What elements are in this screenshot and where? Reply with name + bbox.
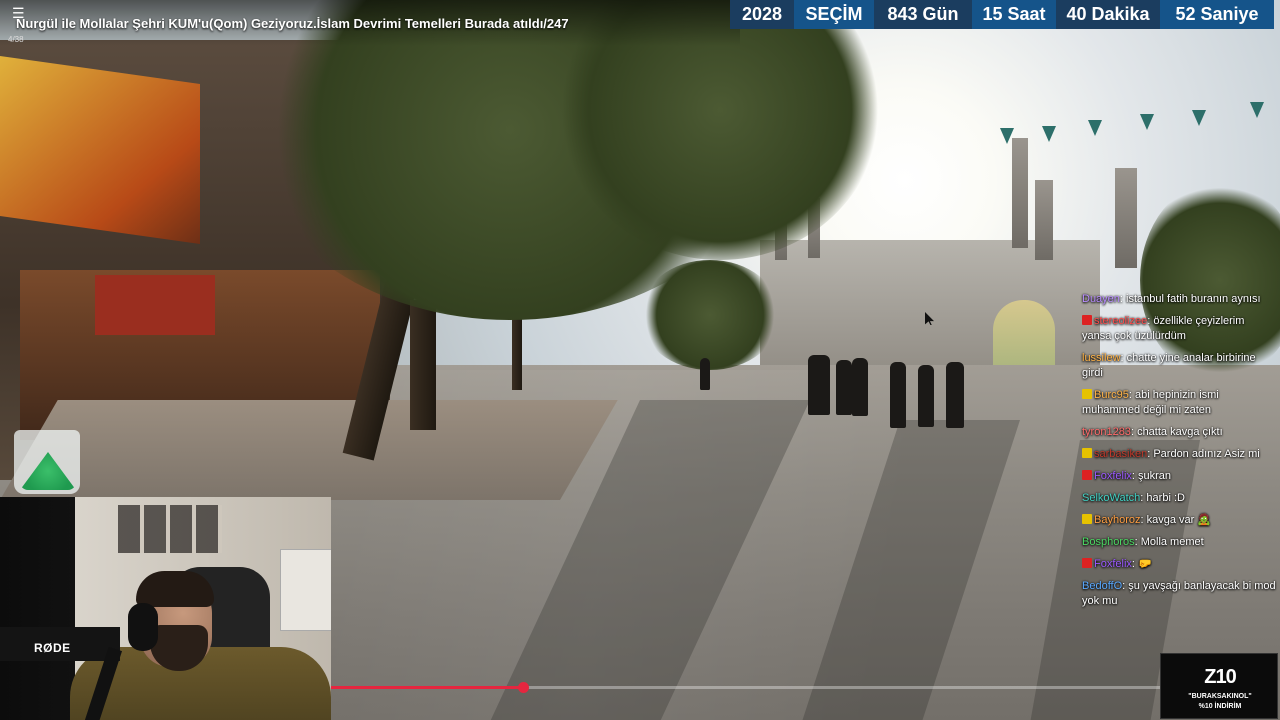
progress-fill [331,686,523,689]
minaret [1115,168,1137,268]
chat-message: stereolizee: özellikle çeyizlerim yansa … [1082,314,1276,344]
chat-message: Burc95: abi hepinizin ismi muhammed deği… [1082,388,1276,418]
pedestrian [700,358,710,390]
chat-message: SelkoWatch: harbi :D [1082,491,1276,506]
chat-text: Molla memet [1140,536,1204,548]
sidewalk [0,400,618,500]
chat-text: harbi :D [1146,492,1185,504]
pedestrian [808,355,830,415]
tree-canopy [640,260,780,370]
countdown-year: 2028 [730,0,794,29]
whiteboard [280,549,331,631]
pedestrian [836,360,852,415]
page-counter: 4/38 [8,35,24,44]
title-bar: ☰ Nurgül ile Mollalar Şehri KUM'u(Qom) G… [0,0,740,46]
microphone-brand: RØDE [34,641,71,655]
pedestrian [918,365,934,427]
shop-sign-red [95,275,215,335]
chat-username[interactable]: stereolizee [1094,315,1147,327]
video-title: Nurgül ile Mollalar Şehri KUM'u(Qom) Gez… [16,16,569,31]
sponsor-code: "BURAKSAKINOL" [1188,693,1252,700]
election-countdown: 2028 SEÇİM 843 Gün 15 Saat 40 Dakika 52 … [730,0,1274,29]
pedestrian [946,362,964,428]
chat-message: Bosphoros: Molla memet [1082,535,1276,550]
chat-username[interactable]: sarbasiken [1094,448,1147,460]
chat-overlay: Duayen: istanbul fatih buranın aynısı ste… [1082,292,1276,616]
chat-message: lussilew: chatte yine analar birbirine g… [1082,351,1276,381]
webcam-overlay: RØDE [0,497,331,720]
sponsor-logo: Z10 [1204,666,1236,688]
progress-bar[interactable] [331,682,1160,693]
chat-message: BedoffO: şu yavşağı banlayacak bi mod yo… [1082,579,1276,609]
countdown-days: 843 Gün [874,0,972,29]
chat-username[interactable]: SelkoWatch [1082,492,1140,504]
chat-message: Foxfelix: 🤛 [1082,557,1276,572]
chat-badge-icon [1082,315,1092,325]
pedestrian [890,362,906,428]
chat-message: Foxfelix: şukran [1082,469,1276,484]
chat-text: şukran [1138,470,1172,482]
chat-username[interactable]: Bosphoros [1082,536,1135,548]
chat-message: Bayhoroz: kavga var 🧟 [1082,513,1276,528]
sponsor-discount: %10 İNDİRİM [1198,703,1242,710]
chat-message: tyron1283: chatta kavga çıktı [1082,425,1276,440]
chat-badge-icon [1082,389,1092,399]
pedestrian [852,358,868,416]
bunting-flags [960,98,1280,144]
chat-username[interactable]: lussilew [1082,352,1121,364]
chat-username[interactable]: Foxfelix [1094,470,1132,482]
chat-username[interactable]: Duayen [1082,293,1120,305]
headphones-icon [128,603,158,651]
countdown-hours: 15 Saat [972,0,1056,29]
chat-username[interactable]: Foxfelix [1094,558,1132,570]
chat-username[interactable]: Bayhoroz [1094,514,1140,526]
chat-badge-icon [1082,448,1092,458]
minaret [1035,180,1053,260]
countdown-label: SEÇİM [794,0,874,29]
chat-username[interactable]: tyron1283 [1082,426,1131,438]
chat-username[interactable]: BedoffO [1082,580,1122,592]
shop-sign [0,55,200,245]
streamer-hair [136,571,214,607]
chat-text: chatta kavga çıktı [1137,426,1223,438]
chat-badge-icon [1082,470,1092,480]
progress-handle[interactable] [518,682,529,693]
chat-text: 🤛 [1138,558,1152,570]
tree-trunk [410,300,436,430]
chat-badge-icon [1082,558,1092,568]
chat-message: Duayen: istanbul fatih buranın aynısı [1082,292,1276,307]
chat-username[interactable]: Burc95 [1094,389,1129,401]
countdown-seconds: 52 Saniye [1160,0,1274,29]
chat-text: istanbul fatih buranın aynısı [1126,293,1261,305]
chat-text: kavga var 🧟 [1146,514,1212,526]
minaret [1012,138,1028,248]
chat-badge-icon [1082,514,1092,524]
chat-message: sarbasiken: Pardon adınız Asiz mi [1082,447,1276,462]
chat-text: Pardon adınız Asiz mi [1153,448,1260,460]
sponsor-badge[interactable]: Z10 "BURAKSAKINOL" %10 İNDİRİM [1160,653,1278,719]
countdown-minutes: 40 Dakika [1056,0,1160,29]
wall-photos [118,505,222,553]
